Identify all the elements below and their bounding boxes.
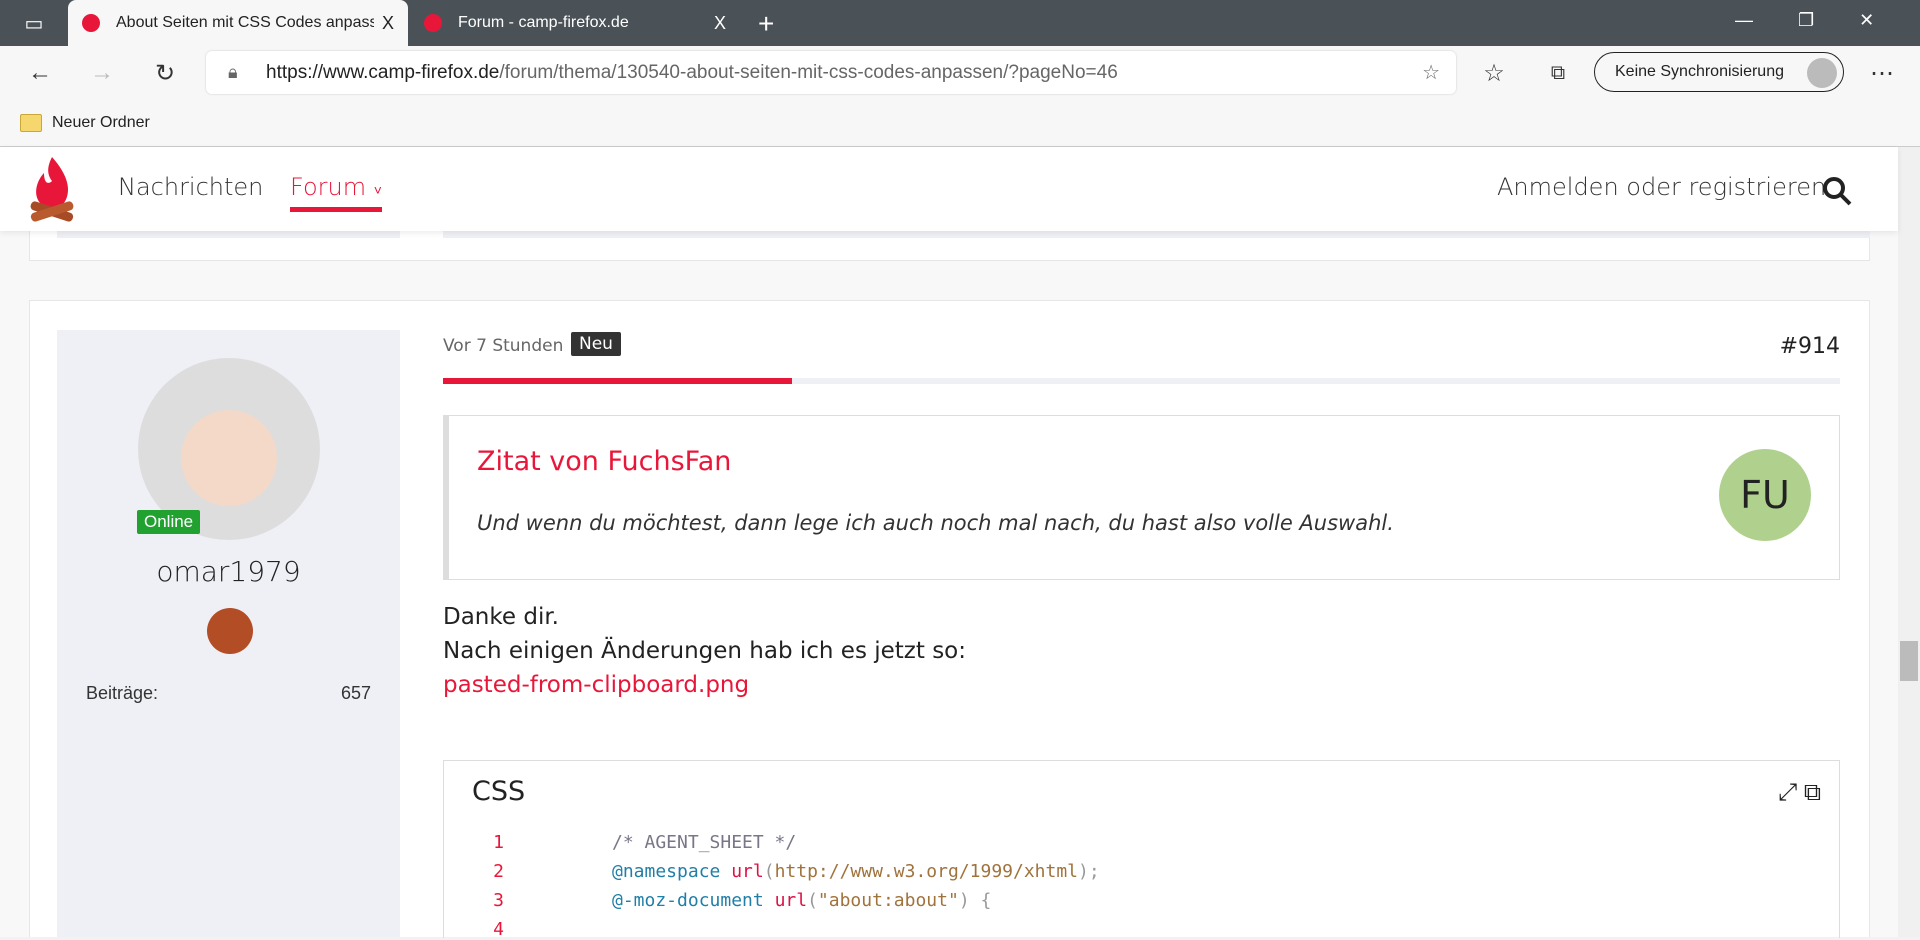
code-text: /* AGENT_SHEET */ <box>612 832 797 853</box>
post-number[interactable]: #914 <box>1780 334 1840 359</box>
window-controls[interactable]: — ❐ ✕ <box>1735 10 1874 31</box>
add-favorite-icon[interactable]: ☆ <box>1422 60 1440 85</box>
close-tab-icon[interactable]: X <box>382 13 394 34</box>
quote-box: Zitat von FuchsFan Und wenn du möchtest,… <box>443 415 1840 580</box>
folder-icon <box>20 114 42 132</box>
author-sidebar: Online omar1979 Beiträge: 657 <box>57 330 400 937</box>
posts-count: 657 <box>340 683 371 703</box>
quote-avatar: FU <box>1719 449 1811 541</box>
line-number: 4 <box>493 919 504 940</box>
post-time[interactable]: Vor 7 Stunden <box>443 336 563 356</box>
address-bar[interactable]: 🔒︎ https://www.camp-firefox.de/forum/the… <box>206 51 1456 94</box>
scrollbar-thumb[interactable] <box>1900 641 1918 681</box>
close-tab-icon[interactable]: X <box>714 13 726 34</box>
quote-text: Und wenn du möchtest, dann lege ich auch… <box>477 511 1394 535</box>
line-number: 1 <box>493 832 504 853</box>
back-icon[interactable]: ← <box>20 46 60 100</box>
read-progress <box>443 378 1840 384</box>
login-link[interactable]: Anmelden oder registrieren <box>1497 173 1826 201</box>
rank-icon <box>207 608 253 654</box>
scrollbar[interactable] <box>1898 147 1920 937</box>
nav-nachrichten[interactable]: Nachrichten <box>118 173 263 201</box>
tab-bar: ▭ About Seiten mit CSS Codes anpassen X … <box>0 0 1920 46</box>
expand-icon[interactable]: ⤢ <box>1778 779 1797 806</box>
code-text: @namespace url(http://www.w3.org/1999/xh… <box>612 861 1100 882</box>
line-number: 3 <box>493 890 504 911</box>
code-line: 1 /* AGENT_SHEET */ <box>444 833 1841 853</box>
posts-label: Beiträge: <box>86 683 159 703</box>
code-line: 4 <box>444 920 1841 940</box>
code-text: @-moz-document url("about:about") { <box>612 890 992 911</box>
more-menu-icon[interactable]: ⋯ <box>1862 46 1902 100</box>
post-text: Nach einigen Änderungen hab ich es jetzt… <box>443 638 967 664</box>
new-tab-button[interactable]: + <box>758 8 774 40</box>
code-language: CSS <box>472 776 526 807</box>
chevron-down-icon: ˅ <box>373 183 382 199</box>
copy-icon[interactable]: ⧉ <box>1804 779 1821 806</box>
line-number: 2 <box>493 861 504 882</box>
tab-active[interactable]: About Seiten mit CSS Codes anpassen X <box>68 0 408 46</box>
web-page: Nachrichten Forum ˅ Anmelden oder regist… <box>0 147 1898 940</box>
site-logo[interactable] <box>28 155 76 225</box>
nav-forum[interactable]: Forum ˅ <box>290 173 382 212</box>
site-header: Nachrichten Forum ˅ Anmelden oder regist… <box>0 147 1898 231</box>
code-line: 2 @namespace url(http://www.w3.org/1999/x… <box>444 862 1841 882</box>
forward-icon[interactable]: → <box>82 46 122 100</box>
attachment-link[interactable]: pasted-from-clipboard.png <box>443 672 749 698</box>
new-badge: Neu <box>571 332 621 356</box>
firefox-camp-favicon-icon <box>424 14 442 32</box>
quote-title[interactable]: Zitat von FuchsFan <box>477 446 731 477</box>
bookmarks-bar: Neuer Ordner <box>0 100 1920 147</box>
search-icon[interactable] <box>1822 176 1852 206</box>
sync-button[interactable]: Keine Synchronisierung <box>1594 52 1844 92</box>
profile-avatar <box>1807 58 1837 88</box>
code-line: 3 @-moz-document url("about:about") { <box>444 891 1841 911</box>
post-text: Danke dir. <box>443 604 559 630</box>
firefox-camp-favicon-icon <box>82 14 100 32</box>
tab-actions-icon[interactable]: ▭ <box>14 0 54 46</box>
collections-icon[interactable]: ⧉ <box>1538 46 1578 100</box>
toolbar: ← → ↻ 🔒︎ https://www.camp-firefox.de/for… <box>0 46 1920 100</box>
tab-forum[interactable]: Forum - camp-firefox.de X <box>410 0 740 46</box>
code-block: CSS ⤢ ⧉ 1 /* AGENT_SHEET */ 2 @namespace ur… <box>443 760 1841 940</box>
reload-icon[interactable]: ↻ <box>145 46 185 100</box>
bookmark-folder[interactable]: Neuer Ordner <box>20 114 150 132</box>
username[interactable]: omar1979 <box>57 555 400 588</box>
post-card: Online omar1979 Beiträge: 657 Vor 7 Stun… <box>29 300 1870 940</box>
favorites-icon[interactable]: ☆ <box>1474 46 1514 100</box>
online-badge: Online <box>137 510 201 534</box>
lock-icon: 🔒︎ <box>228 62 238 82</box>
